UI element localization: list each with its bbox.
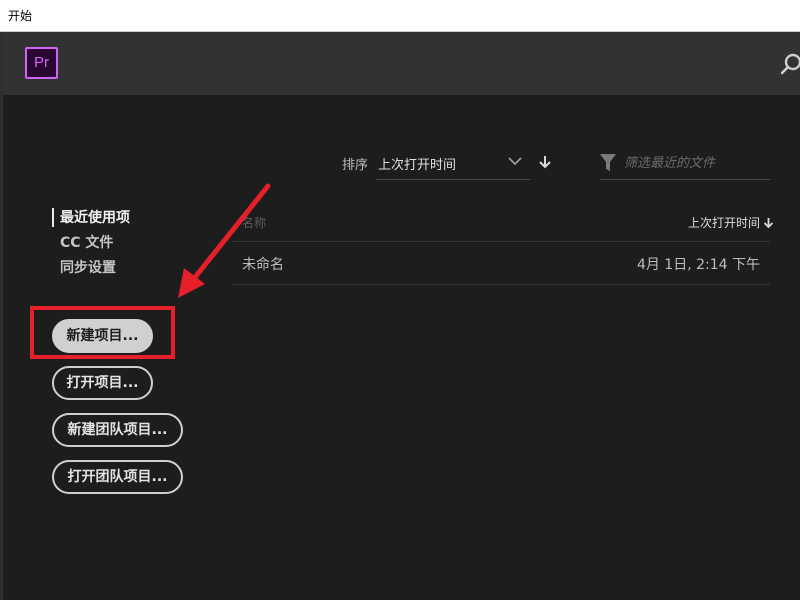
filter-recent-files-input[interactable] [624, 152, 768, 174]
sort-direction-down-icon[interactable] [538, 154, 552, 170]
recent-file-date: 4月 1日, 2:14 下午 [636, 257, 760, 273]
premiere-logo-icon: Pr [25, 47, 58, 79]
open-team-project-button[interactable]: 打开团队项目... [52, 460, 183, 494]
recent-file-name: 未命名 [242, 257, 284, 273]
column-header-last-opened[interactable]: 上次打开时间 [688, 214, 760, 231]
sort-dropdown[interactable]: 上次打开时间 [376, 146, 530, 180]
sort-dropdown-value: 上次打开时间 [378, 158, 457, 173]
nav-active-indicator [52, 208, 54, 227]
nav-item-cc-files[interactable]: CC 文件 [60, 234, 113, 252]
chevron-down-icon [508, 157, 522, 166]
app-header: Pr [3, 32, 800, 95]
sort-arrow-down-icon [763, 218, 774, 229]
sort-label: 排序 [342, 158, 369, 173]
new-team-project-button[interactable]: 新建团队项目... [52, 413, 183, 447]
column-header-name[interactable]: 名称 [242, 214, 266, 231]
window-title: 开始 [8, 9, 33, 23]
nav-item-sync-settings[interactable]: 同步设置 [60, 259, 116, 277]
open-project-button[interactable]: 打开项目... [52, 366, 153, 400]
filter-funnel-icon [600, 154, 616, 171]
window-titlebar: 开始 [0, 0, 800, 32]
filter-field [600, 146, 770, 180]
list-divider [232, 284, 770, 285]
search-icon[interactable] [781, 53, 800, 75]
recent-file-row[interactable]: 未命名 4月 1日, 2:14 下午 [232, 242, 770, 284]
annotation-highlight-box [30, 306, 175, 359]
nav-item-recent[interactable]: 最近使用项 [60, 209, 130, 227]
